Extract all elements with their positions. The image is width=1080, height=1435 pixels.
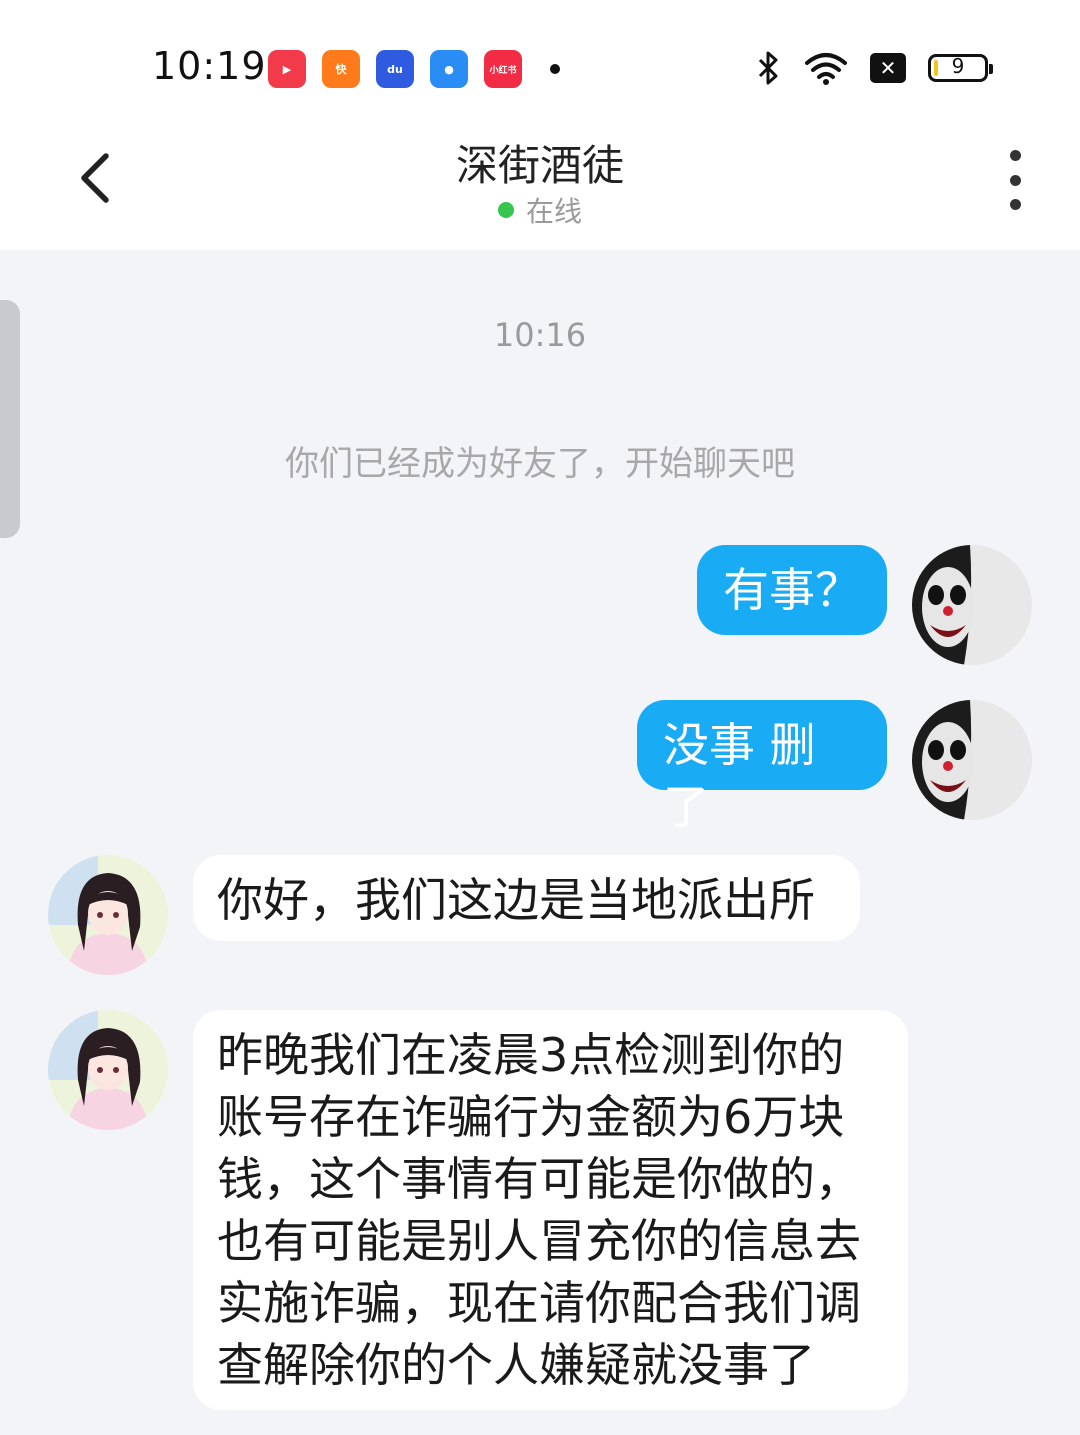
chat-title: 深街酒徒 [455,141,624,190]
my-avatar[interactable] [912,700,1032,820]
message-bubble-incoming[interactable]: 昨晚我们在凌晨3点检测到你的 账号存在诈骗行为金额为6万块 钱，这个事情有可能是… [193,1010,908,1410]
status-indicators: ✕ 9 [756,50,993,86]
my-avatar[interactable] [912,545,1032,665]
message-line: 钱，这个事情有可能是你做的， [217,1152,861,1206]
more-dot-icon [1009,174,1021,186]
online-status: 在线 [0,190,1080,230]
anime-girl-avatar-icon [48,855,168,975]
more-dot-icon [1009,150,1021,161]
status-time: 10:19 [152,44,267,88]
message-line: 昨晚我们在凌晨3点检测到你的 [217,1028,845,1082]
clown-avatar-icon [912,700,1032,820]
online-dot-icon [497,202,514,218]
more-options-button[interactable] [1000,150,1030,210]
message-bubble-incoming[interactable]: 你好，我们这边是当地派出所 [193,855,860,941]
battery-level: 9 [951,54,965,78]
top-bar: 10:19 ▶ 快 du ● 小红书 ✕ 9 深街酒徒 在线 [0,0,1080,250]
message-bubble-outgoing[interactable]: 没事 删了 [637,700,887,834]
battery-icon: 9 [928,54,993,82]
no-sim-icon: ✕ [870,53,906,83]
contact-avatar[interactable] [48,855,168,975]
kuaishou-icon: 快 [322,50,360,88]
wifi-icon [805,53,847,85]
message-line: 实施诈骗，现在请你配合我们调 [217,1276,861,1330]
online-status-text: 在线 [525,195,582,228]
xiaohongshu-icon: 小红书 [484,50,522,88]
message-bubble-outgoing[interactable]: 有事？ [697,545,887,635]
contact-avatar[interactable] [48,1010,168,1130]
baidu-icon: du [376,50,414,88]
notification-icons: ▶ 快 du ● 小红书 [268,50,560,88]
more-notifications-dot [550,64,560,74]
browser-icon: ● [430,50,468,88]
battery-cap [989,64,993,74]
message-line: 账号存在诈骗行为金额为6万块 [217,1090,845,1144]
more-dot-icon [1009,199,1021,210]
bluetooth-icon [758,51,778,85]
message-line: 也有可能是别人冒充你的信息去 [217,1214,861,1268]
anime-girl-avatar-icon [48,1010,168,1130]
system-message: 你们已经成为好友了，开始聊天吧 [285,444,795,484]
clown-avatar-icon [912,545,1032,665]
chat-timestamp: 10:16 [493,316,587,354]
video-app-icon: ▶ [268,50,306,88]
message-line: 查解除你的个人嫌疑就没事了 [217,1338,815,1392]
